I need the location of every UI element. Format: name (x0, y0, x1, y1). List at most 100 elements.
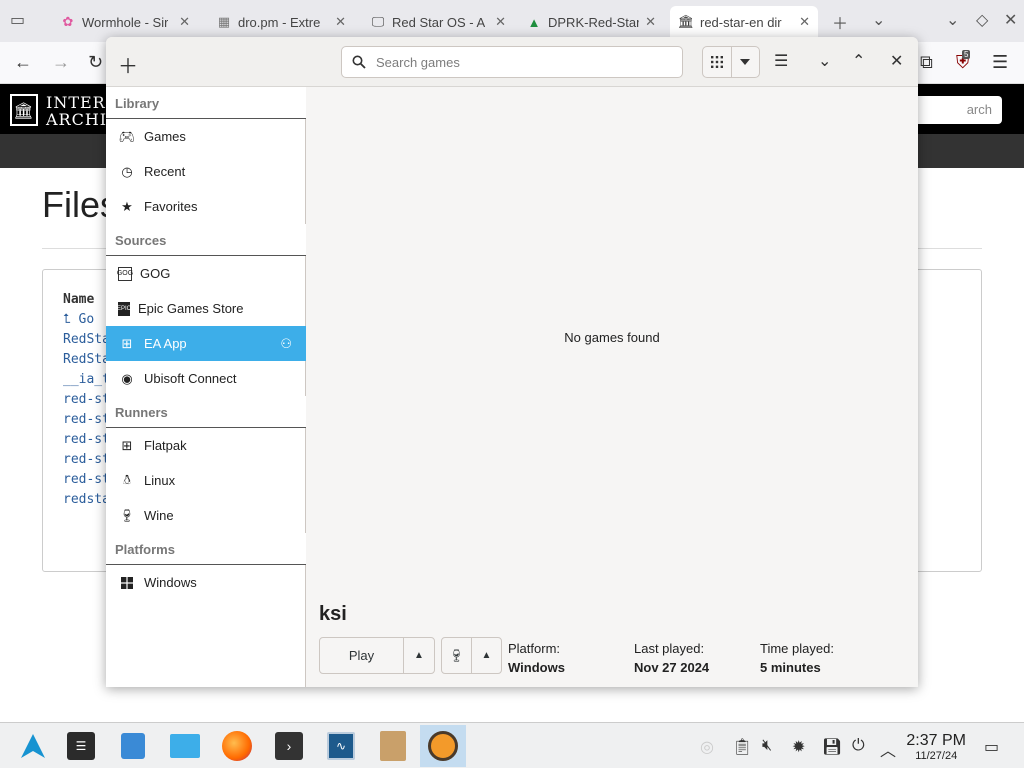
brightness-icon[interactable]: ✹ (792, 737, 805, 757)
tab-list-icon[interactable]: ▭ (10, 10, 25, 30)
sidebar-item-ea-app[interactable]: ⊞ EA App ⚇ (106, 326, 306, 361)
show-desktop-icon[interactable]: ▭ (984, 737, 999, 757)
new-tab-icon[interactable]: ＋ (832, 10, 848, 34)
minimize-browser-icon[interactable]: ⌄ (946, 10, 959, 30)
clock[interactable]: 2:37 PM 11/27/24 (906, 732, 966, 763)
search-box[interactable] (341, 46, 683, 78)
chevron-up-icon[interactable]: ︿ (880, 737, 896, 761)
app-launcher-button[interactable] (10, 725, 56, 767)
tab-redstar-os[interactable]: 🖵 Red Star OS - A ✕ (362, 6, 514, 38)
section-header-runners: Runners (106, 396, 306, 428)
clock-date: 11/27/24 (915, 750, 958, 762)
archive-logo[interactable]: 🏛 INTER ARCHIV (10, 94, 120, 128)
empty-state-message: No games found (564, 330, 660, 345)
section-header-platforms: Platforms (106, 533, 306, 565)
tab-overflow-icon[interactable]: ⌄ (872, 10, 885, 30)
parent-dir-link[interactable]: ⮤ Go (63, 310, 110, 330)
minimize-icon[interactable]: ⌄ (818, 51, 831, 71)
file-link[interactable]: RedSta (63, 330, 110, 350)
clock-time: 2:37 PM (906, 732, 966, 749)
tab-wormhole[interactable]: ✿ Wormhole - Sir ✕ (52, 6, 198, 38)
close-tab-icon[interactable]: ✕ (179, 14, 190, 30)
column-header-name: Name (63, 292, 95, 307)
settings-icon: ☰ (67, 732, 95, 760)
page-icon: ▦ (217, 14, 231, 29)
sidebar-item-gog[interactable]: GOG GOG (106, 256, 306, 291)
flower-icon: ✿ (62, 14, 74, 29)
close-tab-icon[interactable]: ✕ (799, 14, 810, 30)
taskbar-discover[interactable] (110, 725, 156, 767)
save-icon[interactable]: 💾︎ (822, 737, 842, 757)
archive-icon: 🏛 (677, 14, 695, 29)
file-link[interactable]: RedSta (63, 350, 110, 370)
close-browser-icon[interactable]: ✕ (1004, 10, 1017, 30)
sidebar-item-epic[interactable]: EPIC Epic Games Store (106, 291, 306, 326)
runner-button[interactable]: 🍷︎ (442, 638, 471, 673)
close-tab-icon[interactable]: ✕ (645, 14, 656, 30)
tab-dprk-drive[interactable]: ▲ DPRK-Red-Star ✕ (518, 6, 664, 38)
sidebar-item-games[interactable]: 🎮︎ Games (106, 119, 306, 154)
sidebar-item-wine[interactable]: 🍷︎ Wine (106, 498, 306, 533)
chevron-up-icon: ▲ (481, 650, 492, 661)
maximize-icon[interactable]: ⌃ (852, 51, 865, 71)
add-game-icon[interactable]: ＋ (118, 50, 138, 79)
search-input[interactable] (376, 54, 656, 70)
monitor-icon: 🖵 (371, 14, 385, 29)
epic-icon: EPIC (117, 301, 131, 316)
view-options-dropdown[interactable] (730, 47, 760, 77)
play-button-group: Play ▲ (319, 637, 435, 674)
lutris-window: ＋ ☰ ⌄ ⌃ (106, 37, 918, 687)
sidebar: Library 🎮︎ Games ◷ Recent ★ Favorites So… (106, 87, 306, 687)
monitor-graph-icon: ∿ (327, 732, 355, 760)
tab-red-star-en[interactable]: 🏛 red-star-en dir ✕ (670, 6, 818, 38)
mouse-cursor-icon: ➤ (1016, 90, 1024, 107)
taskbar-file-manager[interactable] (162, 725, 208, 767)
sidebar-item-recent[interactable]: ◷ Recent (106, 154, 306, 189)
extensions-icon[interactable]: ⧉ (920, 52, 933, 73)
menu-icon[interactable]: ☰ (992, 52, 1008, 73)
sidebar-item-linux[interactable]: 🐧︎ Linux (106, 463, 306, 498)
taskbar-archiver[interactable] (370, 725, 416, 767)
grid-icon (710, 56, 723, 68)
tab-dropm[interactable]: ▦ dro.pm - Extre ✕ (208, 6, 354, 38)
play-button[interactable]: Play (320, 638, 404, 673)
close-icon[interactable]: ✕ (890, 51, 903, 71)
file-link[interactable]: __ia_t (63, 370, 110, 390)
search-icon (352, 55, 366, 69)
file-link[interactable]: red-st (63, 430, 110, 450)
sidebar-item-windows[interactable]: Windows (106, 565, 306, 600)
grid-view-button[interactable] (703, 47, 731, 77)
clipboard-icon[interactable]: 📋︎ (732, 737, 752, 757)
runner-options-button[interactable]: ▲ (471, 638, 501, 673)
taskbar-system-monitor[interactable]: ∿ (318, 725, 364, 767)
selected-game-title: ksi (319, 603, 347, 625)
file-link[interactable]: red-st (63, 390, 110, 410)
back-icon[interactable]: ← (14, 52, 32, 73)
taskbar-settings[interactable]: ☰ (58, 725, 104, 767)
sidebar-item-favorites[interactable]: ★ Favorites (106, 189, 306, 224)
power-icon[interactable]: ⏻ (852, 737, 865, 755)
steam-tray-icon[interactable]: ◎ (700, 737, 714, 757)
account-icon[interactable]: ⚇ (280, 336, 292, 352)
taskbar-lutris[interactable] (420, 725, 466, 767)
file-link[interactable]: red-st (63, 470, 110, 490)
taskbar-terminal[interactable]: › (266, 725, 312, 767)
close-tab-icon[interactable]: ✕ (495, 14, 506, 30)
wine-icon: 🍷︎ (448, 647, 465, 663)
close-tab-icon[interactable]: ✕ (335, 14, 346, 30)
restore-browser-icon[interactable]: ◇ (976, 10, 988, 30)
volume-muted-icon[interactable]: 🔇︎ (762, 737, 772, 755)
hamburger-menu-icon[interactable]: ☰ (774, 51, 788, 71)
file-link[interactable]: red-st (63, 410, 110, 430)
forward-icon[interactable]: → (52, 52, 70, 73)
wine-icon: 🍷︎ (118, 507, 136, 523)
reload-icon[interactable]: ↻ (88, 52, 103, 73)
ea-icon: ⊞ (121, 335, 133, 351)
play-options-button[interactable]: ▲ (404, 638, 434, 673)
taskbar-firefox[interactable] (214, 725, 260, 767)
file-link[interactable]: redsta (63, 490, 110, 510)
sidebar-item-ubisoft[interactable]: ◉ Ubisoft Connect (106, 361, 306, 396)
file-link[interactable]: red-st (63, 450, 110, 470)
star-icon: ★ (121, 198, 133, 214)
sidebar-item-flatpak[interactable]: ⊞ Flatpak (106, 428, 306, 463)
